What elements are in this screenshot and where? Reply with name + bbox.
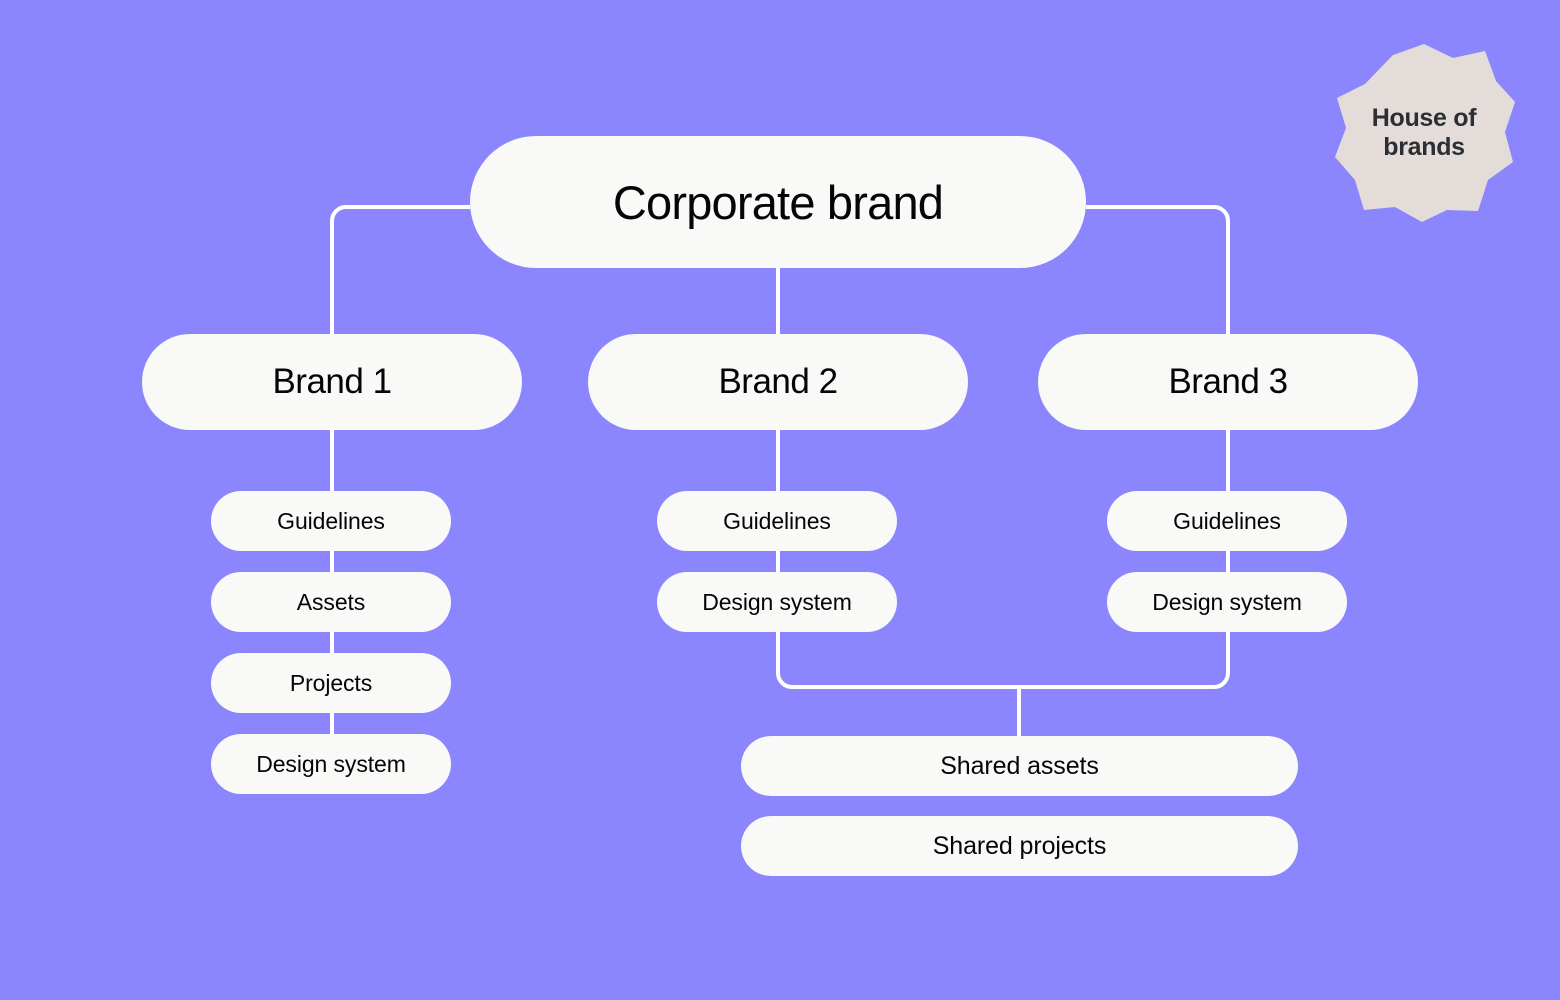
node-label: Shared projects <box>932 831 1107 860</box>
node-brand-3[interactable]: Brand 3 <box>1038 334 1418 430</box>
node-brand-2[interactable]: Brand 2 <box>588 334 968 430</box>
node-corporate-brand[interactable]: Corporate brand <box>470 136 1086 268</box>
node-brand-2-guidelines[interactable]: Guidelines <box>657 491 897 551</box>
node-brand-3-design-system[interactable]: Design system <box>1107 572 1347 632</box>
node-brand-1[interactable]: Brand 1 <box>142 334 522 430</box>
node-brand-1-guidelines[interactable]: Guidelines <box>211 491 451 551</box>
node-brand-1-assets[interactable]: Assets <box>211 572 451 632</box>
badge-text-block: House of brands <box>1333 44 1515 222</box>
node-label: Guidelines <box>1173 507 1281 534</box>
diagram-canvas: Corporate brand Brand 1 Guidelines Asset… <box>0 0 1560 1000</box>
node-shared-projects[interactable]: Shared projects <box>741 816 1298 876</box>
node-brand-3-guidelines[interactable]: Guidelines <box>1107 491 1347 551</box>
node-label: Brand 3 <box>1168 362 1288 401</box>
node-label: Design system <box>1152 588 1302 615</box>
node-label: Design system <box>256 750 406 777</box>
node-brand-1-projects[interactable]: Projects <box>211 653 451 713</box>
node-label: Design system <box>702 588 852 615</box>
node-label: Guidelines <box>277 507 385 534</box>
node-brand-2-design-system[interactable]: Design system <box>657 572 897 632</box>
node-label: Brand 1 <box>272 362 392 401</box>
node-label: Assets <box>296 588 366 615</box>
badge-line-2: brands <box>1383 133 1465 161</box>
node-label: Corporate brand <box>612 175 944 229</box>
node-brand-1-design-system[interactable]: Design system <box>211 734 451 794</box>
node-label: Projects <box>289 669 373 696</box>
node-shared-assets[interactable]: Shared assets <box>741 736 1298 796</box>
node-label: Brand 2 <box>718 362 838 401</box>
node-label: Guidelines <box>723 507 831 534</box>
house-of-brands-badge: House of brands <box>1333 44 1515 222</box>
badge-line-1: House of <box>1371 103 1477 132</box>
node-label: Shared assets <box>940 751 1099 780</box>
